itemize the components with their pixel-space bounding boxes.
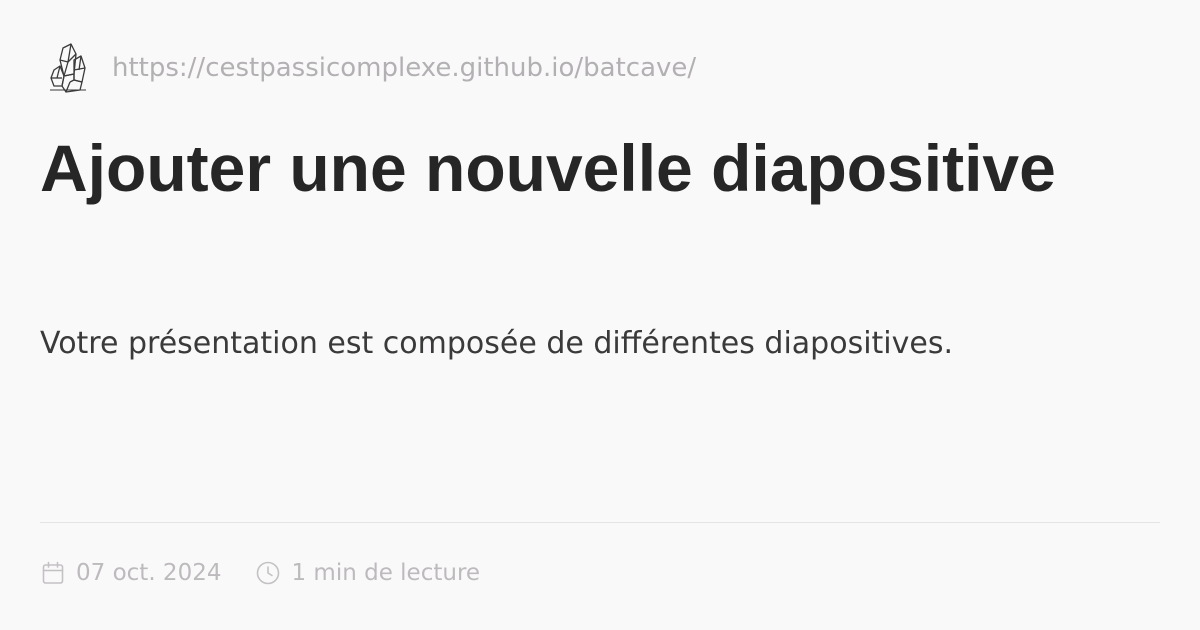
page-title: Ajouter une nouvelle diapositive — [40, 131, 1056, 205]
site-url[interactable]: https://cestpassicomplexe.github.io/batc… — [112, 53, 696, 83]
reading-time: 1 min de lecture — [255, 560, 480, 586]
divider — [40, 522, 1160, 523]
crystal-cluster-icon — [50, 43, 86, 93]
site-header: https://cestpassicomplexe.github.io/batc… — [46, 40, 696, 96]
publish-date-text: 07 oct. 2024 — [76, 560, 222, 586]
reading-time-text: 1 min de lecture — [291, 560, 481, 586]
article-meta: 07 oct. 2024 1 min de lecture — [40, 553, 480, 593]
page-description: Votre présentation est composée de diffé… — [40, 326, 954, 361]
clock-icon — [257, 561, 280, 585]
calendar-icon — [42, 561, 64, 584]
publish-date: 07 oct. 2024 — [40, 560, 221, 586]
